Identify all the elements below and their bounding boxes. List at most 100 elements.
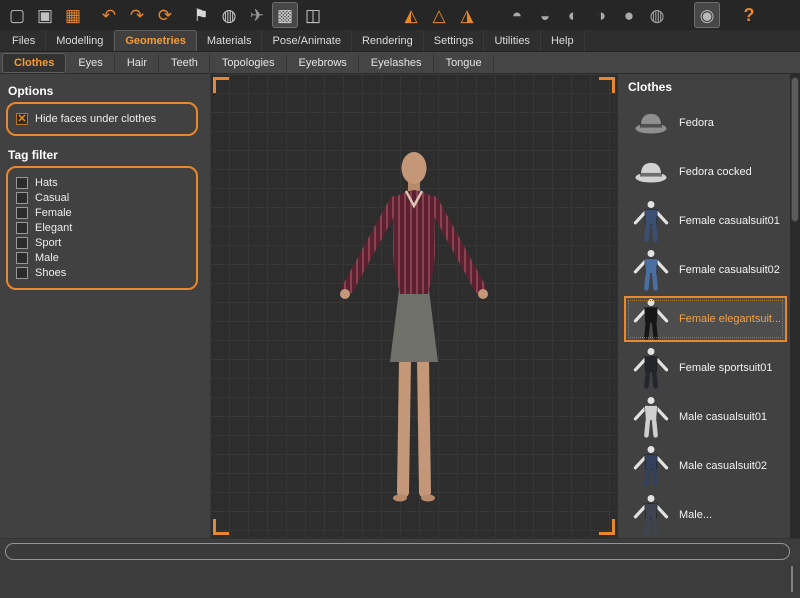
subtab-teeth[interactable]: Teeth bbox=[160, 54, 210, 72]
subtab-eyebrows[interactable]: Eyebrows bbox=[288, 54, 359, 72]
checkbox-elegant[interactable]: Elegant bbox=[16, 222, 188, 234]
clothes-scrollbar-thumb[interactable] bbox=[791, 77, 799, 222]
sub-tab-bar: ClothesEyesHairTeethTopologiesEyebrowsEy… bbox=[0, 52, 800, 74]
resize-tick bbox=[791, 566, 793, 592]
clothes-item-label: Female casualsuit01 bbox=[679, 214, 780, 228]
load-icon[interactable]: ▣ bbox=[32, 2, 58, 28]
tab-help[interactable]: Help bbox=[541, 31, 585, 51]
tab-modelling[interactable]: Modelling bbox=[46, 31, 114, 51]
clothes-item-male-casualsuit01[interactable]: Male casualsuit01 bbox=[624, 394, 787, 440]
subtab-hair[interactable]: Hair bbox=[116, 54, 159, 72]
clothes-item-female-casualsuit02[interactable]: Female casualsuit02 bbox=[624, 247, 787, 293]
subtab-clothes[interactable]: Clothes bbox=[2, 53, 66, 73]
suit-thumbnail-icon bbox=[629, 493, 673, 537]
checkbox-box[interactable] bbox=[16, 252, 28, 264]
symmetry-left-icon[interactable]: ◭ bbox=[398, 2, 424, 28]
wireframe-icon[interactable]: ◍ bbox=[216, 2, 242, 28]
pose-icon[interactable]: ✈ bbox=[244, 2, 270, 28]
checker-icon[interactable]: ◫ bbox=[300, 2, 326, 28]
clothes-item-female-sportsuit01[interactable]: Female sportsuit01 bbox=[624, 345, 787, 391]
checkbox-box[interactable] bbox=[16, 237, 28, 249]
tab-pose-animate[interactable]: Pose/Animate bbox=[262, 31, 351, 51]
main-area: Options ✕Hide faces under clothes Tag fi… bbox=[0, 74, 800, 538]
redo-icon[interactable]: ↷ bbox=[124, 2, 150, 28]
suit-thumbnail-icon bbox=[629, 248, 673, 292]
view-front-icon[interactable]: ◒ bbox=[532, 2, 558, 28]
clothes-item-male-casualsuit02[interactable]: Male casualsuit02 bbox=[624, 443, 787, 489]
clothes-item-male[interactable]: Male... bbox=[624, 492, 787, 538]
hat-thumbnail-icon bbox=[629, 150, 673, 194]
checkbox-box[interactable] bbox=[16, 222, 28, 234]
clothes-item-fedora[interactable]: Fedora bbox=[624, 100, 787, 146]
checkbox-label: Male bbox=[35, 252, 59, 264]
checkbox-label: Shoes bbox=[35, 267, 66, 279]
options-group-title: Options bbox=[8, 84, 200, 98]
command-input[interactable] bbox=[5, 543, 790, 560]
undo-icon[interactable]: ↶ bbox=[96, 2, 122, 28]
clothes-item-fedora-cocked[interactable]: Fedora cocked bbox=[624, 149, 787, 195]
3d-viewport[interactable] bbox=[210, 74, 618, 538]
save-icon[interactable]: ▦ bbox=[60, 2, 86, 28]
checkbox-box[interactable] bbox=[16, 177, 28, 189]
grab-screen-icon[interactable]: ◉ bbox=[694, 2, 720, 28]
checkbox-box[interactable] bbox=[16, 207, 28, 219]
checkbox-box[interactable] bbox=[16, 192, 28, 204]
checkbox-label: Hide faces under clothes bbox=[35, 113, 156, 125]
tag-filter-group-box: Hats Casual Female Elegant Sport Male Shoes bbox=[6, 166, 198, 290]
tab-utilities[interactable]: Utilities bbox=[484, 31, 540, 51]
clothes-panel-title: Clothes bbox=[628, 80, 788, 94]
subtab-tongue[interactable]: Tongue bbox=[435, 54, 494, 72]
tab-materials[interactable]: Materials bbox=[197, 31, 263, 51]
suit-thumbnail-icon bbox=[629, 346, 673, 390]
tab-rendering[interactable]: Rendering bbox=[352, 31, 424, 51]
clothes-item-label: Fedora cocked bbox=[679, 165, 752, 179]
new-icon[interactable]: ▢ bbox=[4, 2, 30, 28]
clothes-item-female-elegantsuit[interactable]: Female elegantsuit... bbox=[624, 296, 787, 342]
hat-thumbnail-icon bbox=[629, 101, 673, 145]
toolbar-group-symmetry: ◭△◮ bbox=[398, 2, 480, 28]
reset-icon[interactable]: ⟳ bbox=[152, 2, 178, 28]
tag-filter-group: Tag filter HatsCasualFemaleElegantSportM… bbox=[0, 148, 210, 290]
bottom-bar bbox=[0, 538, 800, 598]
right-panel: Clothes Fedora Fedora cocked Female casual… bbox=[618, 74, 800, 538]
clothes-item-female-casualsuit01[interactable]: Female casualsuit01 bbox=[624, 198, 787, 244]
toolbar-group-grab: ◉ bbox=[694, 2, 720, 28]
subtab-topologies[interactable]: Topologies bbox=[211, 54, 287, 72]
checkbox-sport[interactable]: Sport bbox=[16, 237, 188, 249]
checkbox-female[interactable]: Female bbox=[16, 207, 188, 219]
checkbox-shoes[interactable]: Shoes bbox=[16, 267, 188, 279]
subtab-eyelashes[interactable]: Eyelashes bbox=[360, 54, 434, 72]
checkbox-casual[interactable]: Casual bbox=[16, 192, 188, 204]
options-group: Options ✕ Hide faces under clothes bbox=[0, 84, 210, 136]
clothes-item-label: Male casualsuit02 bbox=[679, 459, 767, 473]
tab-files[interactable]: Files bbox=[2, 31, 46, 51]
symmetry-icon[interactable]: △ bbox=[426, 2, 452, 28]
view-back-icon[interactable]: ◓ bbox=[504, 2, 530, 28]
options-group-box: ✕ Hide faces under clothes bbox=[6, 102, 198, 136]
view-face-icon[interactable]: ◍ bbox=[644, 2, 670, 28]
clothes-list: Fedora Fedora cocked Female casualsuit01 Fe… bbox=[624, 100, 787, 538]
grid-sphere-icon[interactable]: ▩ bbox=[272, 2, 298, 28]
symmetry-right-icon[interactable]: ◮ bbox=[454, 2, 480, 28]
view-top-icon[interactable]: ● bbox=[616, 2, 642, 28]
viewport-corner-top-right bbox=[599, 77, 615, 93]
checkbox-label: Elegant bbox=[35, 222, 72, 234]
flag-icon[interactable]: ⚑ bbox=[188, 2, 214, 28]
checkbox-hats[interactable]: Hats bbox=[16, 177, 188, 189]
checkbox-box[interactable] bbox=[16, 267, 28, 279]
clothes-scrollbar[interactable] bbox=[790, 74, 800, 538]
tab-geometries[interactable]: Geometries bbox=[114, 30, 197, 51]
suit-thumbnail-icon bbox=[629, 395, 673, 439]
view-right-icon[interactable]: ◑ bbox=[588, 2, 614, 28]
checkbox-male[interactable]: Male bbox=[16, 252, 188, 264]
checkbox-hide-faces-under-clothes[interactable]: ✕ Hide faces under clothes bbox=[16, 113, 188, 125]
viewport-corner-bottom-right bbox=[599, 519, 615, 535]
character-model bbox=[314, 144, 514, 506]
suit-thumbnail-icon bbox=[629, 297, 673, 341]
tab-settings[interactable]: Settings bbox=[424, 31, 485, 51]
help-icon[interactable]: ? bbox=[736, 2, 762, 28]
subtab-eyes[interactable]: Eyes bbox=[67, 54, 114, 72]
checkbox-box[interactable]: ✕ bbox=[16, 113, 28, 125]
clothes-item-label: Fedora bbox=[679, 116, 714, 130]
view-left-icon[interactable]: ◐ bbox=[560, 2, 586, 28]
